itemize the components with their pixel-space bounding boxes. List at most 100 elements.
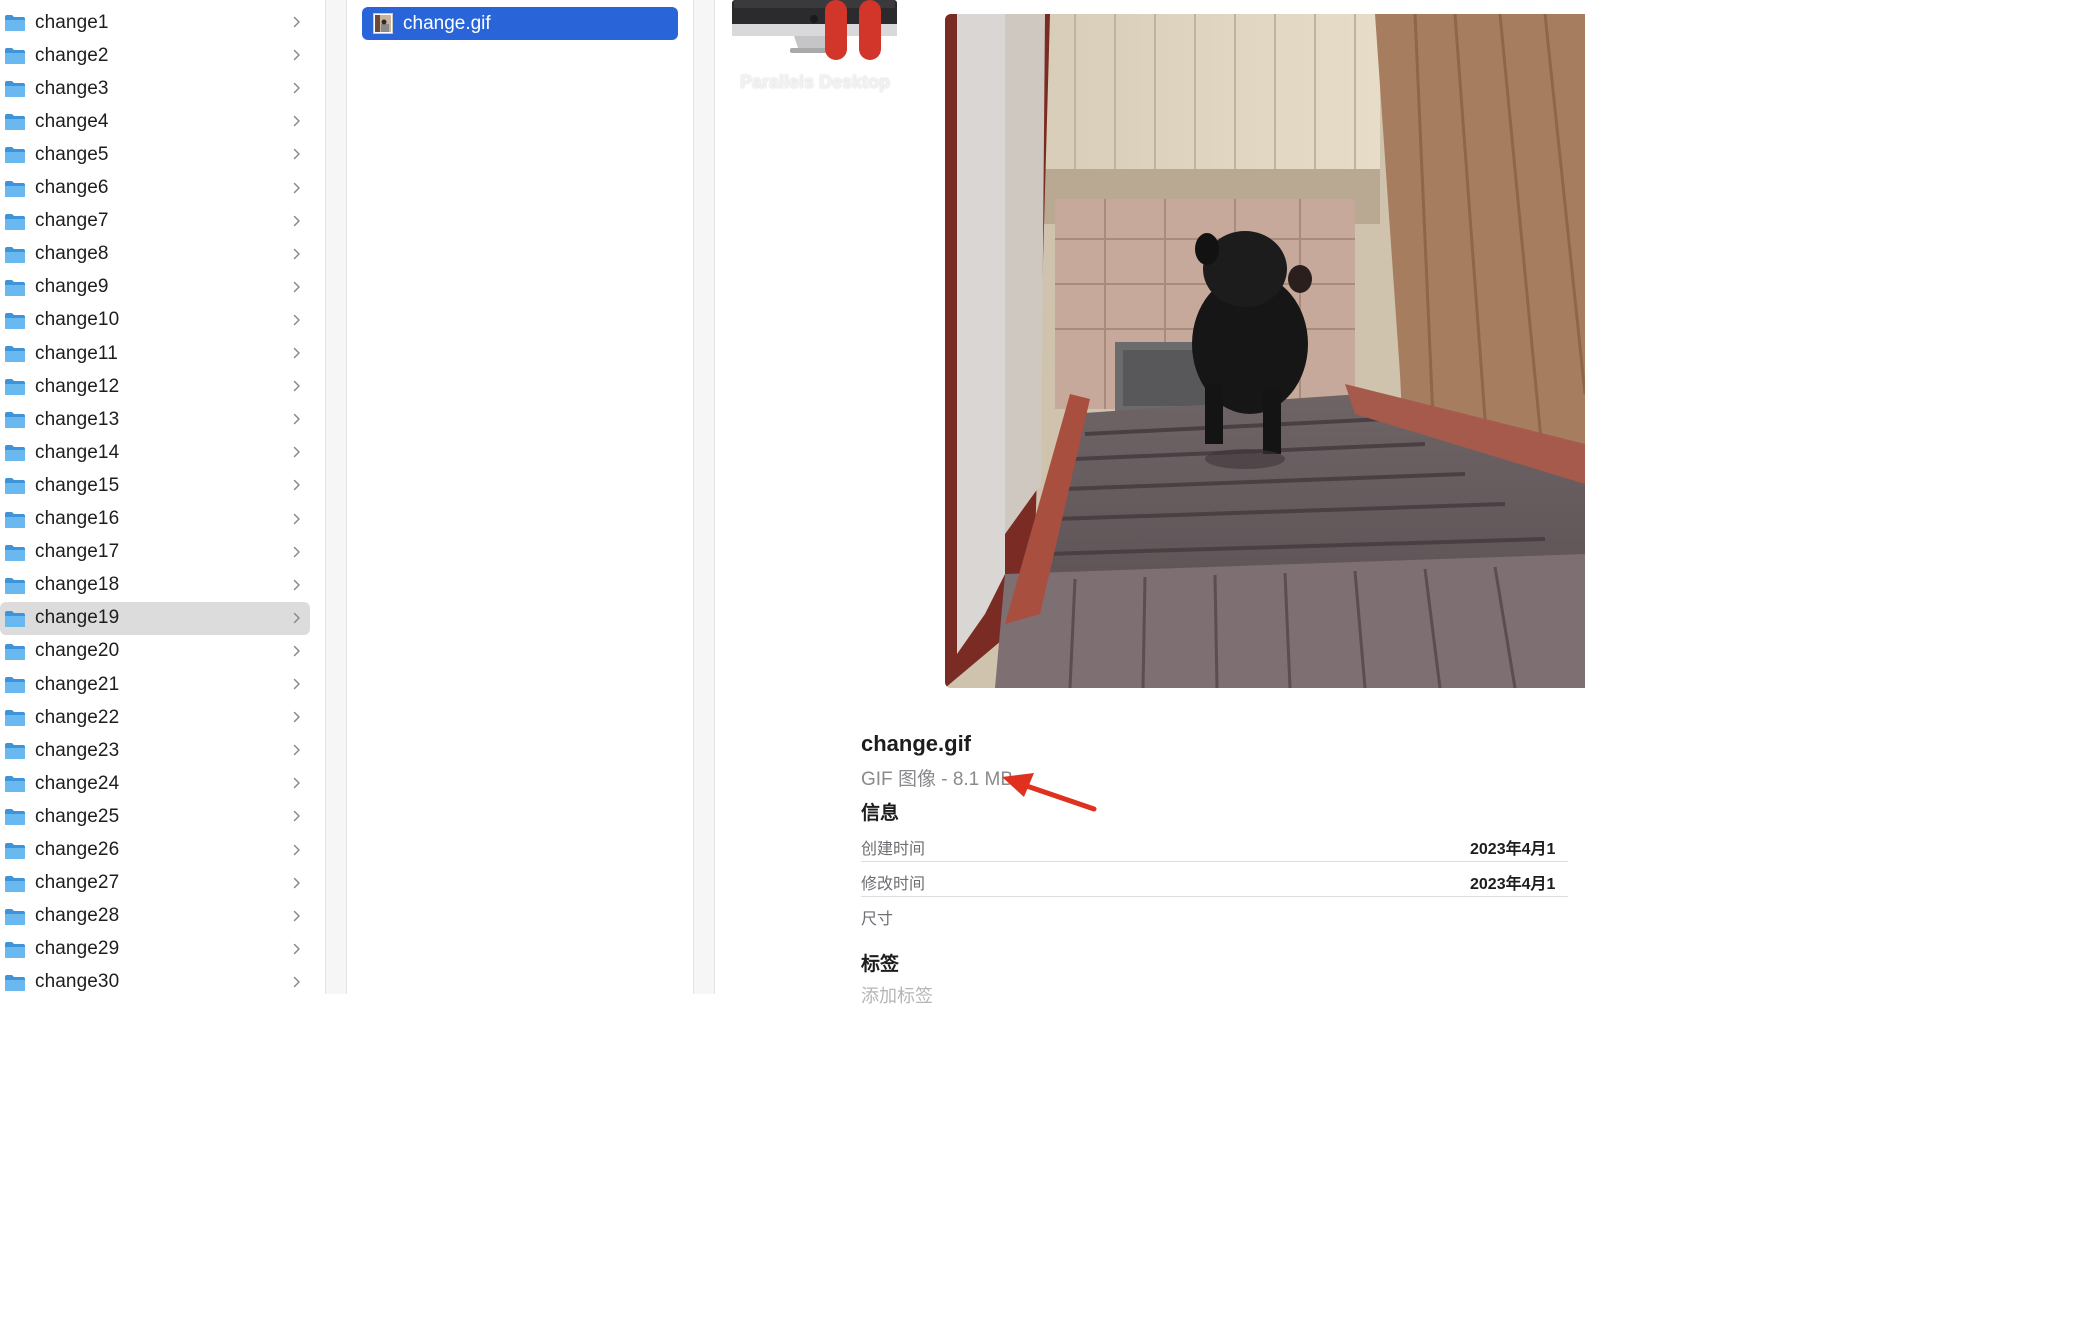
folder-icon [5, 180, 25, 197]
column-gutter [694, 0, 714, 994]
tags-section-title: 标签 [861, 954, 900, 975]
folder-row[interactable]: change14 [0, 436, 310, 469]
folder-row[interactable]: change10 [0, 304, 310, 337]
folder-label: change21 [35, 673, 120, 695]
folder-row[interactable]: change5 [0, 138, 310, 171]
folder-icon [5, 114, 25, 131]
folder-row[interactable]: change29 [0, 933, 310, 966]
folder-label: change16 [35, 508, 120, 529]
folder-icon [5, 710, 25, 727]
chevron-right-icon [293, 82, 300, 94]
app-name-label[interactable]: Parallels Desktop [732, 72, 898, 93]
chevron-right-icon [293, 248, 300, 259]
folder-icon [5, 478, 25, 495]
folder-row[interactable]: change21 [0, 668, 310, 701]
folder-label: change15 [35, 474, 120, 496]
folder-row-selected[interactable]: change19 [0, 601, 310, 635]
folder-label: change4 [35, 110, 109, 132]
chevron-right-icon [293, 546, 300, 557]
file-column: change.gif [347, 0, 693, 994]
folder-row[interactable]: change3 [0, 72, 310, 105]
folder-label: change3 [35, 77, 109, 99]
folder-label: change27 [35, 872, 120, 894]
folder-row[interactable]: change22 [0, 701, 310, 734]
folder-label: change7 [35, 210, 109, 232]
folder-icon [5, 147, 25, 164]
folder-row[interactable]: change18 [0, 569, 310, 602]
folder-label: change28 [35, 905, 120, 927]
folder-row[interactable]: change8 [0, 238, 310, 271]
folder-row[interactable]: change7 [0, 205, 310, 238]
annotation-arrow-icon [1002, 773, 1097, 812]
preview-column: Parallels Desktop change.gif GIF 图像 - 8.… [715, 0, 1585, 1006]
folder-icon [5, 974, 25, 991]
folder-row[interactable]: change24 [0, 767, 310, 800]
chevron-right-icon [293, 910, 300, 921]
chevron-right-icon [293, 678, 300, 690]
folder-row[interactable]: change27 [0, 867, 310, 900]
folder-row[interactable]: change6 [0, 172, 310, 205]
folder-row[interactable]: change9 [0, 271, 310, 304]
chevron-right-icon [293, 513, 300, 524]
parallels-desktop-icon[interactable] [732, 0, 897, 62]
folder-label: change23 [35, 739, 120, 761]
folder-icon [5, 15, 25, 31]
folder-row[interactable]: change2 [0, 39, 310, 72]
folder-row[interactable]: change15 [0, 469, 310, 502]
folder-icon [5, 908, 25, 925]
gif-thumbnail-icon [373, 13, 393, 34]
folder-icon [5, 279, 25, 296]
folder-label: change9 [35, 276, 109, 298]
add-tags-field[interactable]: 添加标签 [861, 982, 933, 1008]
chevron-right-icon [293, 711, 300, 723]
chevron-right-icon [293, 116, 300, 127]
folder-row[interactable]: change13 [0, 403, 310, 436]
folder-icon [5, 379, 25, 396]
chevron-right-icon [293, 49, 300, 61]
folder-icon [5, 875, 25, 892]
chevron-right-icon [293, 182, 300, 193]
chevron-right-icon [293, 943, 300, 955]
chevron-right-icon [293, 744, 300, 756]
folder-row[interactable]: change1 [0, 6, 310, 39]
folder-label: change29 [35, 938, 120, 960]
file-row-selected[interactable]: change.gif [362, 7, 678, 40]
folder-icon [5, 213, 25, 230]
folder-row[interactable]: change11 [0, 337, 310, 370]
folder-label: change18 [35, 574, 120, 596]
folder-row[interactable]: change4 [0, 105, 310, 138]
chevron-right-icon [293, 811, 300, 822]
folder-label: change30 [35, 971, 120, 993]
folder-icon [5, 48, 25, 65]
modified-value: 2023年4月1 [1470, 876, 1556, 893]
chevron-right-icon [293, 380, 300, 392]
folder-row[interactable]: change30 [0, 966, 310, 999]
folder-row[interactable]: change16 [0, 503, 310, 536]
folder-icon [5, 743, 25, 760]
chevron-right-icon [293, 612, 300, 624]
folder-label: change22 [35, 706, 120, 728]
folder-row[interactable]: change20 [0, 635, 310, 668]
chevron-right-icon [293, 347, 300, 359]
gif-preview-image [945, 14, 1585, 688]
info-divider [861, 896, 1568, 897]
chevron-right-icon [293, 480, 300, 491]
chevron-right-icon [293, 976, 300, 988]
created-label: 创建时间 [861, 841, 926, 858]
folder-icon [5, 346, 25, 362]
folder-label: change19 [35, 607, 120, 629]
info-section-title: 信息 [861, 803, 900, 824]
folder-row[interactable]: change26 [0, 834, 310, 867]
chevron-right-icon [293, 447, 300, 458]
folder-icon [5, 246, 25, 263]
folder-row[interactable]: change17 [0, 536, 310, 569]
folder-row[interactable]: change12 [0, 370, 310, 403]
folder-icon [5, 941, 25, 958]
folder-row[interactable]: change28 [0, 900, 310, 933]
preview-file-name: change.gif [861, 731, 972, 756]
folder-icon [5, 511, 25, 528]
folder-row[interactable]: change25 [0, 800, 310, 833]
folder-label: change1 [35, 11, 109, 33]
folder-row[interactable]: change23 [0, 734, 310, 767]
folder-label: change24 [35, 772, 120, 794]
